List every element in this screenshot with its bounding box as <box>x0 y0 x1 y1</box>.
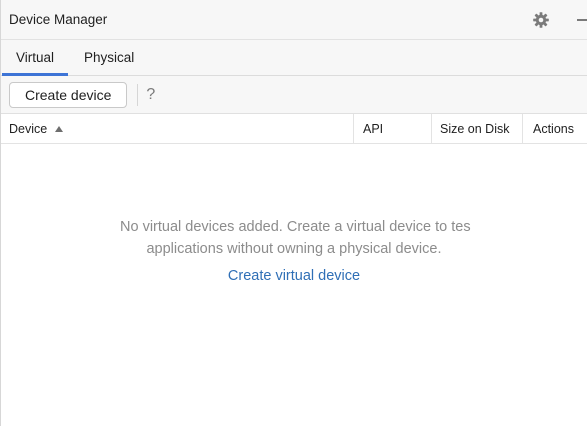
table-header: Device API Size on Disk Actions <box>1 114 587 144</box>
column-header-device[interactable]: Device <box>1 114 353 143</box>
title-bar: Device Manager <box>1 0 587 40</box>
sort-ascending-icon <box>55 125 64 132</box>
device-manager-window: Device Manager Virtual Physical Create d… <box>0 0 587 426</box>
column-header-api[interactable]: API <box>353 114 431 143</box>
empty-state-line2: applications without owning a physical d… <box>146 241 442 257</box>
tab-bar: Virtual Physical <box>1 40 587 76</box>
minimize-icon[interactable] <box>577 19 587 21</box>
help-icon[interactable]: ? <box>146 86 155 104</box>
tab-virtual[interactable]: Virtual <box>2 40 69 76</box>
column-api-label: API <box>363 121 384 136</box>
tab-physical[interactable]: Physical <box>68 40 148 75</box>
create-virtual-device-link[interactable]: Create virtual device <box>228 265 360 287</box>
toolbar: Create device ? <box>1 76 587 114</box>
empty-state: No virtual devices added. Create a virtu… <box>1 216 587 287</box>
column-size-label: Size on Disk <box>440 121 510 136</box>
column-device-label: Device <box>9 121 48 136</box>
column-header-actions[interactable]: Actions <box>522 114 587 143</box>
empty-state-line1: No virtual devices added. Create a virtu… <box>120 219 471 235</box>
column-header-size-on-disk[interactable]: Size on Disk <box>431 114 522 143</box>
tab-physical-label: Physical <box>84 50 135 65</box>
gear-icon[interactable] <box>532 11 550 29</box>
toolbar-separator <box>137 83 139 106</box>
column-actions-label: Actions <box>533 121 574 136</box>
create-device-button[interactable]: Create device <box>9 81 128 108</box>
window-title: Device Manager <box>9 12 108 27</box>
tab-virtual-label: Virtual <box>16 50 55 65</box>
